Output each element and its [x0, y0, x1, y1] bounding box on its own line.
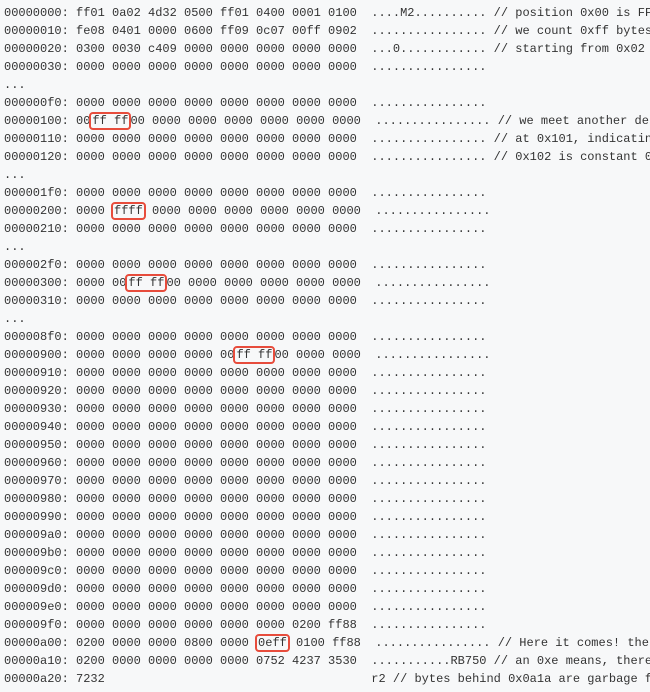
hexdump-line: ... — [4, 310, 650, 328]
hexdump-line: 000009a0: 0000 0000 0000 0000 0000 0000 … — [4, 526, 650, 544]
hex-text: 000009a0: 0000 0000 0000 0000 0000 0000 … — [4, 528, 486, 542]
hex-text: 000008f0: 0000 0000 0000 0000 0000 0000 … — [4, 330, 486, 344]
hex-text: 00000020: 0300 0030 c409 0000 0000 0000 … — [4, 42, 645, 56]
hexdump-line: ... — [4, 76, 650, 94]
hexdump-line: 00000010: fe08 0401 0000 0600 ff09 0c07 … — [4, 22, 650, 40]
hex-text: ... — [4, 312, 26, 326]
hex-text: 000001f0: 0000 0000 0000 0000 0000 0000 … — [4, 186, 486, 200]
hexdump-output: 00000000: ff01 0a02 4d32 0500 ff01 0400 … — [4, 4, 650, 688]
highlight-delimiter: ffff — [111, 202, 146, 220]
hexdump-line: 00000910: 0000 0000 0000 0000 0000 0000 … — [4, 364, 650, 382]
hex-text: 00000100: 00 — [4, 114, 90, 128]
hex-text: 000009d0: 0000 0000 0000 0000 0000 0000 … — [4, 582, 486, 596]
hexdump-line: 000001f0: 0000 0000 0000 0000 0000 0000 … — [4, 184, 650, 202]
hex-text: ... — [4, 240, 26, 254]
highlight-delimiter: ff ff — [125, 274, 167, 292]
hexdump-line: 00000960: 0000 0000 0000 0000 0000 0000 … — [4, 454, 650, 472]
hexdump-line: 000002f0: 0000 0000 0000 0000 0000 0000 … — [4, 256, 650, 274]
hex-text: 00000a00: 0200 0000 0000 0800 0000 — [4, 636, 256, 650]
hex-text: 000009c0: 0000 0000 0000 0000 0000 0000 … — [4, 564, 486, 578]
hex-text: 00000000: ff01 0a02 4d32 0500 ff01 0400 … — [4, 6, 650, 20]
hexdump-line: 000009e0: 0000 0000 0000 0000 0000 0000 … — [4, 598, 650, 616]
hexdump-line: 000009d0: 0000 0000 0000 0000 0000 0000 … — [4, 580, 650, 598]
hex-text: 00000940: 0000 0000 0000 0000 0000 0000 … — [4, 420, 486, 434]
hex-text: 00000990: 0000 0000 0000 0000 0000 0000 … — [4, 510, 486, 524]
hexdump-line: 00000000: ff01 0a02 4d32 0500 ff01 0400 … — [4, 4, 650, 22]
hex-text: 00000200: 0000 — [4, 204, 112, 218]
hex-text: 00000300: 0000 00 — [4, 276, 126, 290]
hex-text: 00000210: 0000 0000 0000 0000 0000 0000 … — [4, 222, 486, 236]
hex-text: 00000010: fe08 0401 0000 0600 ff09 0c07 … — [4, 24, 650, 38]
hex-text: 000000f0: 0000 0000 0000 0000 0000 0000 … — [4, 96, 486, 110]
hex-text: 00000030: 0000 0000 0000 0000 0000 0000 … — [4, 60, 486, 74]
hex-text: 00000110: 0000 0000 0000 0000 0000 0000 … — [4, 132, 650, 146]
hexdump-line: 00000120: 0000 0000 0000 0000 0000 0000 … — [4, 148, 650, 166]
highlight-delimiter: ff ff — [89, 112, 131, 130]
hex-text: 00000970: 0000 0000 0000 0000 0000 0000 … — [4, 474, 486, 488]
hexdump-line: 000008f0: 0000 0000 0000 0000 0000 0000 … — [4, 328, 650, 346]
hex-text: 00 0000 0000 0000 0000 0000 0000 .......… — [130, 114, 650, 128]
hexdump-line: 000000f0: 0000 0000 0000 0000 0000 0000 … — [4, 94, 650, 112]
hexdump-line: 00000980: 0000 0000 0000 0000 0000 0000 … — [4, 490, 650, 508]
hexdump-line: 00000110: 0000 0000 0000 0000 0000 0000 … — [4, 130, 650, 148]
hexdump-line: 00000a10: 0200 0000 0000 0000 0000 0752 … — [4, 652, 650, 670]
hex-text: 00000910: 0000 0000 0000 0000 0000 0000 … — [4, 366, 486, 380]
hexdump-line: 00000300: 0000 00ff ff00 0000 0000 0000 … — [4, 274, 650, 292]
hexdump-line: 000009c0: 0000 0000 0000 0000 0000 0000 … — [4, 562, 650, 580]
hex-text: ... — [4, 78, 26, 92]
hexdump-line: 00000310: 0000 0000 0000 0000 0000 0000 … — [4, 292, 650, 310]
hex-text: 00000120: 0000 0000 0000 0000 0000 0000 … — [4, 150, 650, 164]
hexdump-line: 00000210: 0000 0000 0000 0000 0000 0000 … — [4, 220, 650, 238]
hex-text: 00000960: 0000 0000 0000 0000 0000 0000 … — [4, 456, 486, 470]
hexdump-line: 00000020: 0300 0030 c409 0000 0000 0000 … — [4, 40, 650, 58]
hex-text: 00000950: 0000 0000 0000 0000 0000 0000 … — [4, 438, 486, 452]
hexdump-line: 00000920: 0000 0000 0000 0000 0000 0000 … — [4, 382, 650, 400]
hexdump-line: 00000970: 0000 0000 0000 0000 0000 0000 … — [4, 472, 650, 490]
hexdump-line: 00000200: 0000 ffff 0000 0000 0000 0000 … — [4, 202, 650, 220]
hex-text: 000009e0: 0000 0000 0000 0000 0000 0000 … — [4, 600, 486, 614]
hexdump-line: 00000900: 0000 0000 0000 0000 00ff ff00 … — [4, 346, 650, 364]
hex-text: 00000a10: 0200 0000 0000 0000 0000 0752 … — [4, 654, 650, 668]
hex-text: 00000a20: 7232 r2 // bytes behind 0x0a1a… — [4, 672, 650, 686]
hex-text: 0000 0000 0000 0000 0000 0000 ..........… — [145, 204, 491, 218]
hex-text: 00 0000 0000 0000 0000 0000 ............… — [166, 276, 490, 290]
hex-text: 000009b0: 0000 0000 0000 0000 0000 0000 … — [4, 546, 486, 560]
hex-text: 0100 ff88 ................ // Here it co… — [289, 636, 650, 650]
hex-text: 00000930: 0000 0000 0000 0000 0000 0000 … — [4, 402, 486, 416]
hexdump-line: 00000100: 00ff ff00 0000 0000 0000 0000 … — [4, 112, 650, 130]
hex-text: 00000980: 0000 0000 0000 0000 0000 0000 … — [4, 492, 486, 506]
hexdump-line: 00000930: 0000 0000 0000 0000 0000 0000 … — [4, 400, 650, 418]
hex-text: 00000310: 0000 0000 0000 0000 0000 0000 … — [4, 294, 486, 308]
hexdump-line: 000009f0: 0000 0000 0000 0000 0000 0000 … — [4, 616, 650, 634]
highlight-delimiter: ff ff — [233, 346, 275, 364]
hex-text: 000009f0: 0000 0000 0000 0000 0000 0000 … — [4, 618, 486, 632]
hexdump-line: 000009b0: 0000 0000 0000 0000 0000 0000 … — [4, 544, 650, 562]
hex-text: 000002f0: 0000 0000 0000 0000 0000 0000 … — [4, 258, 486, 272]
hexdump-line: 00000990: 0000 0000 0000 0000 0000 0000 … — [4, 508, 650, 526]
hexdump-line: ... — [4, 238, 650, 256]
highlight-delimiter: 0eff — [255, 634, 290, 652]
hexdump-line: ... — [4, 166, 650, 184]
hexdump-line: 00000a00: 0200 0000 0000 0800 0000 0eff … — [4, 634, 650, 652]
hexdump-line: 00000940: 0000 0000 0000 0000 0000 0000 … — [4, 418, 650, 436]
hex-text: 00000900: 0000 0000 0000 0000 00 — [4, 348, 234, 362]
hex-text: ... — [4, 168, 26, 182]
hex-text: 00 0000 0000 ................ — [274, 348, 490, 362]
hex-text: 00000920: 0000 0000 0000 0000 0000 0000 … — [4, 384, 486, 398]
hexdump-line: 00000950: 0000 0000 0000 0000 0000 0000 … — [4, 436, 650, 454]
hexdump-line: 00000030: 0000 0000 0000 0000 0000 0000 … — [4, 58, 650, 76]
